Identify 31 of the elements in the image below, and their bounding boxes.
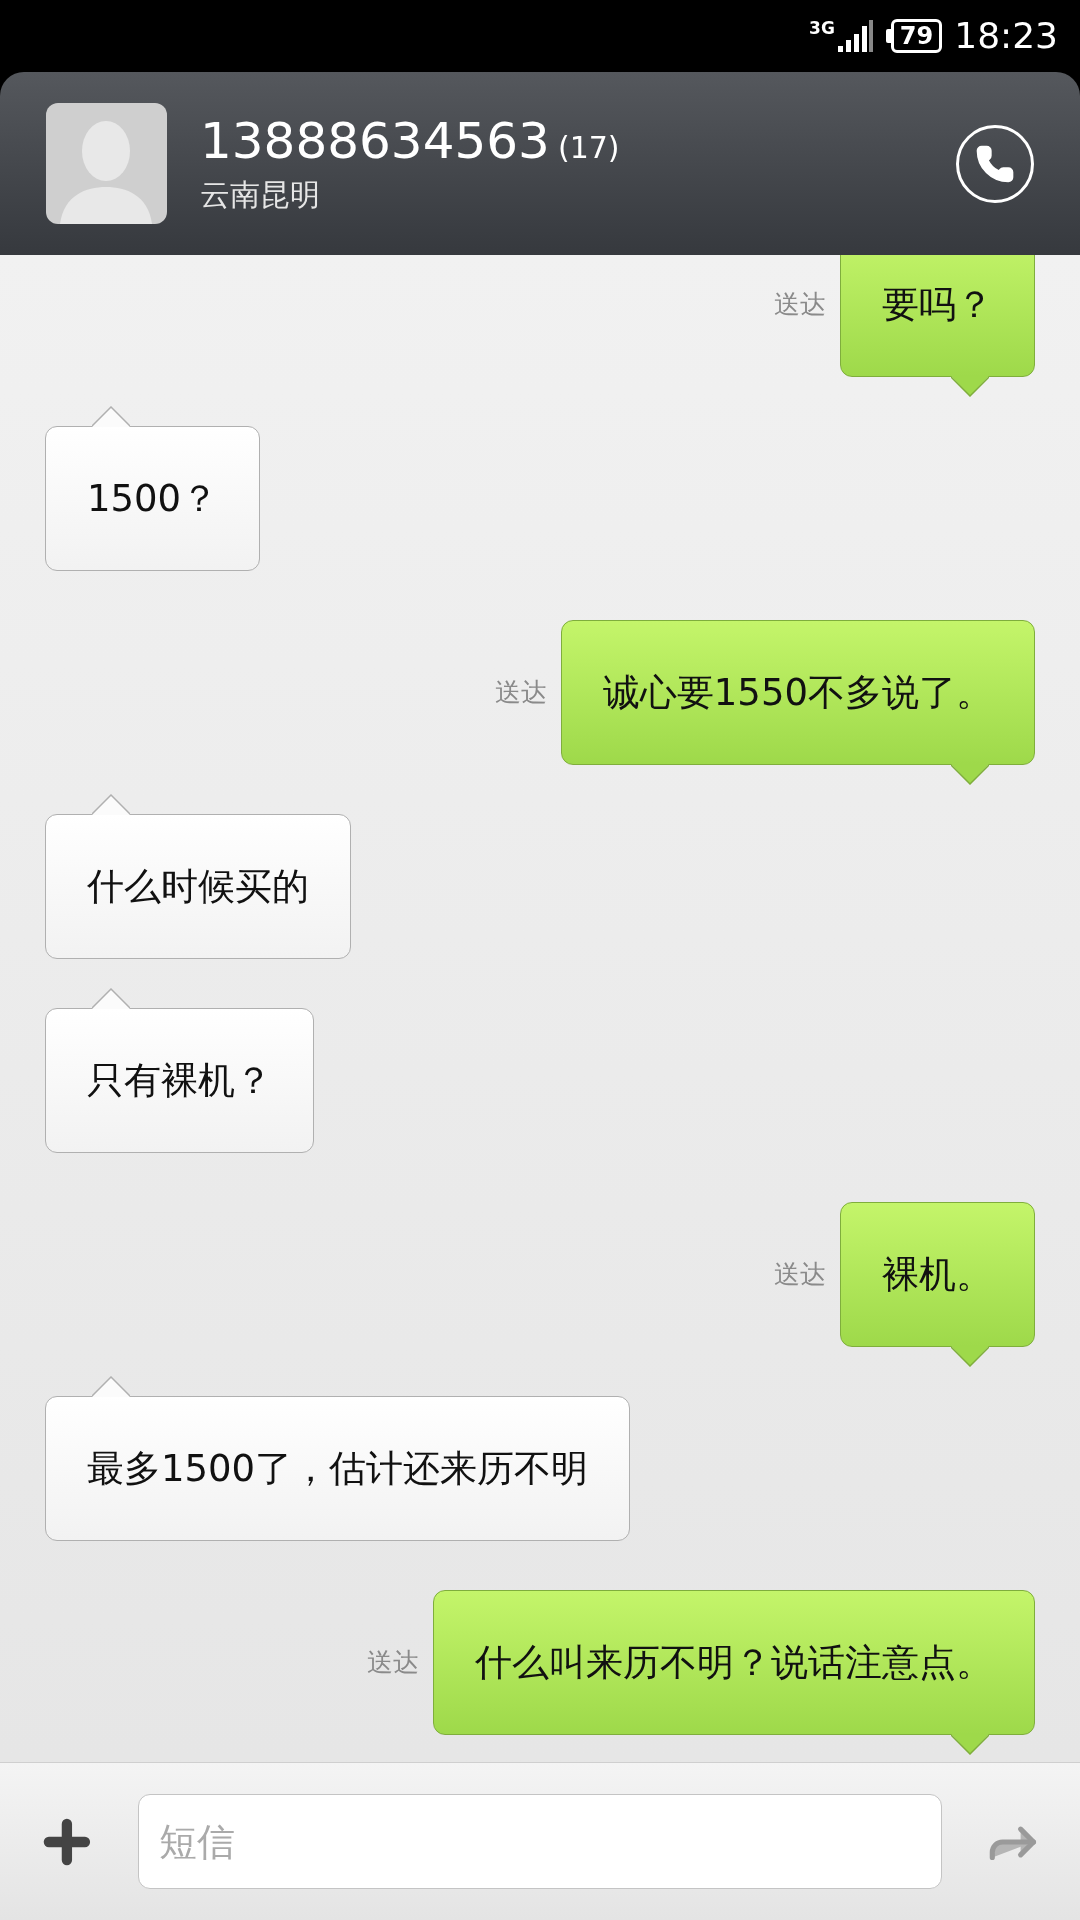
battery-indicator: 79 xyxy=(885,19,943,53)
bubble-tail xyxy=(92,988,130,1009)
delivery-status: 送达 xyxy=(774,1258,826,1291)
delivery-status: 送达 xyxy=(367,1646,419,1679)
contact-number: 13888634563 xyxy=(200,110,550,172)
message-bubble: 只有裸机？ xyxy=(45,1008,314,1153)
message-bubble: 诚心要1550不多说了。 xyxy=(560,620,1035,765)
call-button[interactable] xyxy=(956,124,1034,203)
bubble-tail xyxy=(951,376,989,397)
avatar-icon xyxy=(46,103,167,224)
bubble-tail xyxy=(951,1346,989,1367)
delivery-status: 送达 xyxy=(774,288,826,321)
bubble-tail xyxy=(92,794,130,815)
clock: 18:23 xyxy=(954,14,1058,58)
phone-icon xyxy=(975,143,1015,184)
bubble-tail xyxy=(951,1734,989,1755)
message-bubble: 最多1500了，估计还来历不明 xyxy=(45,1396,631,1541)
bubble-tail xyxy=(92,406,130,427)
message-count: (17) xyxy=(557,128,620,167)
delivery-status: 送达 xyxy=(494,676,547,709)
message-bubble: 要吗？ xyxy=(840,255,1035,377)
bubble-tail xyxy=(951,764,989,785)
signal-icon xyxy=(837,18,874,54)
bubble-tail xyxy=(92,1376,130,1397)
message-bubble: 什么叫来历不明？说话注意点。 xyxy=(433,1590,1035,1735)
message-bubble: 裸机。 xyxy=(840,1202,1035,1347)
message-field[interactable]: 短信 xyxy=(137,1794,943,1889)
message-bubble: 1500？ xyxy=(45,426,261,571)
message-bubble: 什么时候买的 xyxy=(45,814,351,959)
network-type: 3G xyxy=(809,20,835,37)
contact-location: 云南昆明 xyxy=(200,176,321,215)
